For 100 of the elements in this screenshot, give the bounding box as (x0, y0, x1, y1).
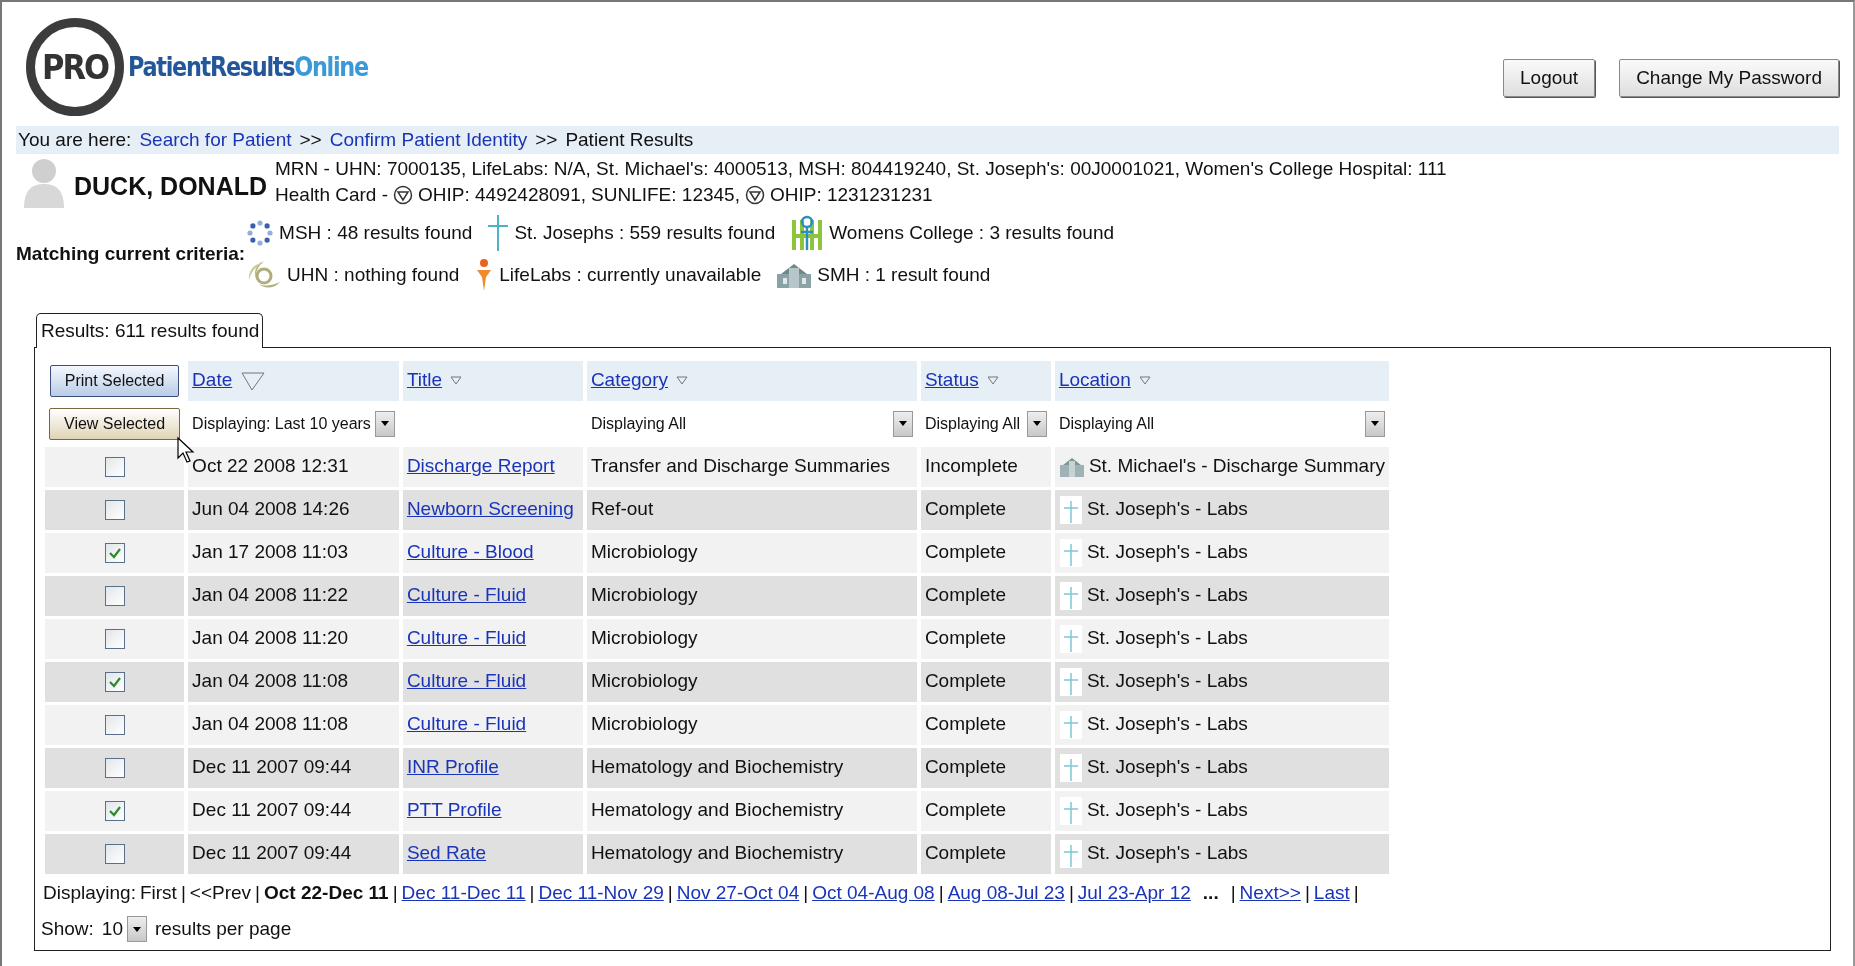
dropdown-arrow-icon (1032, 421, 1041, 426)
status-cell: Complete (920, 661, 1051, 702)
pagination-separator: | (803, 880, 809, 905)
breadcrumb-separator: >> (299, 127, 322, 152)
row-checkbox[interactable] (104, 844, 125, 865)
location-text: St. Joseph's - Labs (1086, 540, 1248, 565)
page-size-suffix: results per page (154, 917, 292, 941)
avatar-icon (22, 156, 66, 208)
location-text: St. Joseph's - Labs (1086, 583, 1248, 608)
source-status: Womens College : 3 results found (829, 220, 1115, 245)
row-checkbox[interactable] (104, 629, 125, 650)
dropdown-arrow-icon (380, 421, 389, 426)
row-checkbox[interactable] (104, 715, 125, 736)
health-card-text: SUNLIFE: 12345, (591, 183, 740, 207)
row-checkbox[interactable] (104, 500, 125, 521)
breadcrumb-label: You are here: (18, 127, 132, 152)
date-cell: Oct 22 2008 12:31 (188, 446, 399, 487)
page-size-dropdown[interactable]: 10 (101, 915, 147, 944)
category-cell: Microbiology (586, 575, 917, 616)
logo-badge: PRO (26, 18, 124, 116)
filter-dropdown[interactable]: Displaying All (924, 410, 1047, 437)
row-checkbox[interactable] (104, 672, 125, 693)
breadcrumb-current: Patient Results (565, 127, 694, 152)
filter-dropdown[interactable]: Displaying All (590, 410, 913, 437)
column-sort-link[interactable]: Title (406, 366, 443, 395)
row-checkbox[interactable] (104, 758, 125, 779)
status-cell: Complete (920, 833, 1051, 874)
pagination-separator: | (180, 880, 186, 905)
location-text: St. Joseph's - Labs (1086, 669, 1248, 694)
status-cell: Complete (920, 618, 1051, 659)
category-cell: Microbiology (586, 704, 917, 745)
pagination-separator: | (392, 880, 398, 905)
location-text: St. Joseph's - Labs (1086, 626, 1248, 651)
pagination-label: Displaying: (43, 880, 136, 905)
location-text: St. Joseph's - Labs (1086, 712, 1248, 737)
dropdown-arrow-icon (132, 926, 141, 932)
print-selected-button[interactable]: Print Selected (49, 364, 180, 397)
location-text: St. Joseph's - Labs (1086, 755, 1248, 780)
column-sort-link[interactable]: Date (192, 366, 233, 395)
category-cell: Microbiology (586, 532, 917, 573)
status-cell: Complete (920, 790, 1051, 831)
category-cell: Hematology and Biochemistry (586, 790, 917, 831)
pagination-separator: | (1230, 880, 1236, 905)
column-sort-link[interactable]: Location (1058, 366, 1131, 395)
pagination-separator: | (1304, 880, 1310, 905)
breadcrumb-link[interactable]: Confirm Patient Identity (329, 125, 528, 155)
location-text: St. Joseph's - Labs (1086, 798, 1248, 823)
row-checkbox[interactable] (104, 543, 125, 564)
page-link[interactable]: Nov 27-Oct 04 (676, 878, 800, 907)
results-tab[interactable]: Results: 611 results found (36, 313, 264, 348)
page-link[interactable]: Dec 11-Nov 29 (538, 878, 664, 907)
category-cell: Microbiology (586, 618, 917, 659)
date-cell: Jan 04 2008 11:20 (188, 618, 399, 659)
page-link[interactable]: Dec 11-Dec 11 (401, 878, 526, 907)
breadcrumb-link[interactable]: Search for Patient (139, 125, 292, 155)
row-checkbox[interactable] (104, 586, 125, 607)
row-checkbox[interactable] (104, 457, 125, 478)
pagination-separator: | (667, 880, 673, 905)
date-cell: Jan 04 2008 11:22 (188, 575, 399, 616)
category-cell: Transfer and Discharge Summaries (586, 446, 917, 487)
page-link[interactable]: Last (1313, 878, 1350, 907)
pagination-ellipsis: ... (1202, 880, 1219, 905)
category-cell: Ref-out (586, 489, 917, 530)
breadcrumb-separator: >> (535, 127, 558, 152)
date-cell: Jan 17 2008 11:03 (188, 532, 399, 573)
logout-button[interactable]: Logout (1503, 58, 1596, 98)
page-link[interactable]: Aug 08-Jul 23 (947, 878, 1065, 907)
date-cell: Jan 04 2008 11:08 (188, 704, 399, 745)
date-cell: Dec 11 2007 09:44 (188, 747, 399, 788)
status-cell: Complete (920, 532, 1051, 573)
patient-name: DUCK, DONALD (74, 171, 268, 202)
health-card-text: Health Card - (275, 183, 389, 207)
filter-dropdown[interactable]: Displaying All (1058, 410, 1385, 437)
status-cell: Complete (920, 489, 1051, 530)
health-card-text: OHIP: 4492428091, (418, 183, 586, 207)
location-text: St. Michael's - Discharge Summary (1088, 454, 1385, 479)
pagination-separator: | (1068, 880, 1074, 905)
view-selected-button[interactable]: View Selected (49, 407, 181, 440)
change-password-button[interactable]: Change My Password (1619, 58, 1839, 98)
location-text: St. Joseph's - Labs (1086, 841, 1248, 866)
column-sort-link[interactable]: Category (590, 366, 668, 395)
health-card-text: OHIP: 1231231231 (769, 183, 933, 207)
source-status: St. Josephs : 559 results found (514, 220, 776, 245)
page-link[interactable]: Oct 04-Aug 08 (812, 878, 935, 907)
date-cell: Jan 04 2008 11:08 (188, 661, 399, 702)
date-cell: Dec 11 2007 09:44 (188, 790, 399, 831)
dropdown-arrow-icon (1371, 421, 1379, 426)
logo-wordmark: PatientResultsOnline (128, 52, 368, 82)
filter-dropdown[interactable]: Displaying: Last 10 years (192, 410, 395, 437)
page-link[interactable]: Jul 23-Apr 12 (1077, 878, 1191, 907)
page-size-label: Show: (41, 917, 94, 941)
location-text: St. Joseph's - Labs (1086, 497, 1248, 522)
status-cell: Complete (920, 747, 1051, 788)
pagination-separator: | (1353, 880, 1359, 905)
current-page: Oct 22-Dec 11 (264, 880, 389, 905)
row-checkbox[interactable] (104, 801, 125, 822)
source-status: MSH : 48 results found (279, 220, 473, 245)
category-cell: Microbiology (586, 661, 917, 702)
page-link[interactable]: Next>> (1239, 878, 1301, 907)
pagination-text: <<Prev (189, 880, 252, 905)
